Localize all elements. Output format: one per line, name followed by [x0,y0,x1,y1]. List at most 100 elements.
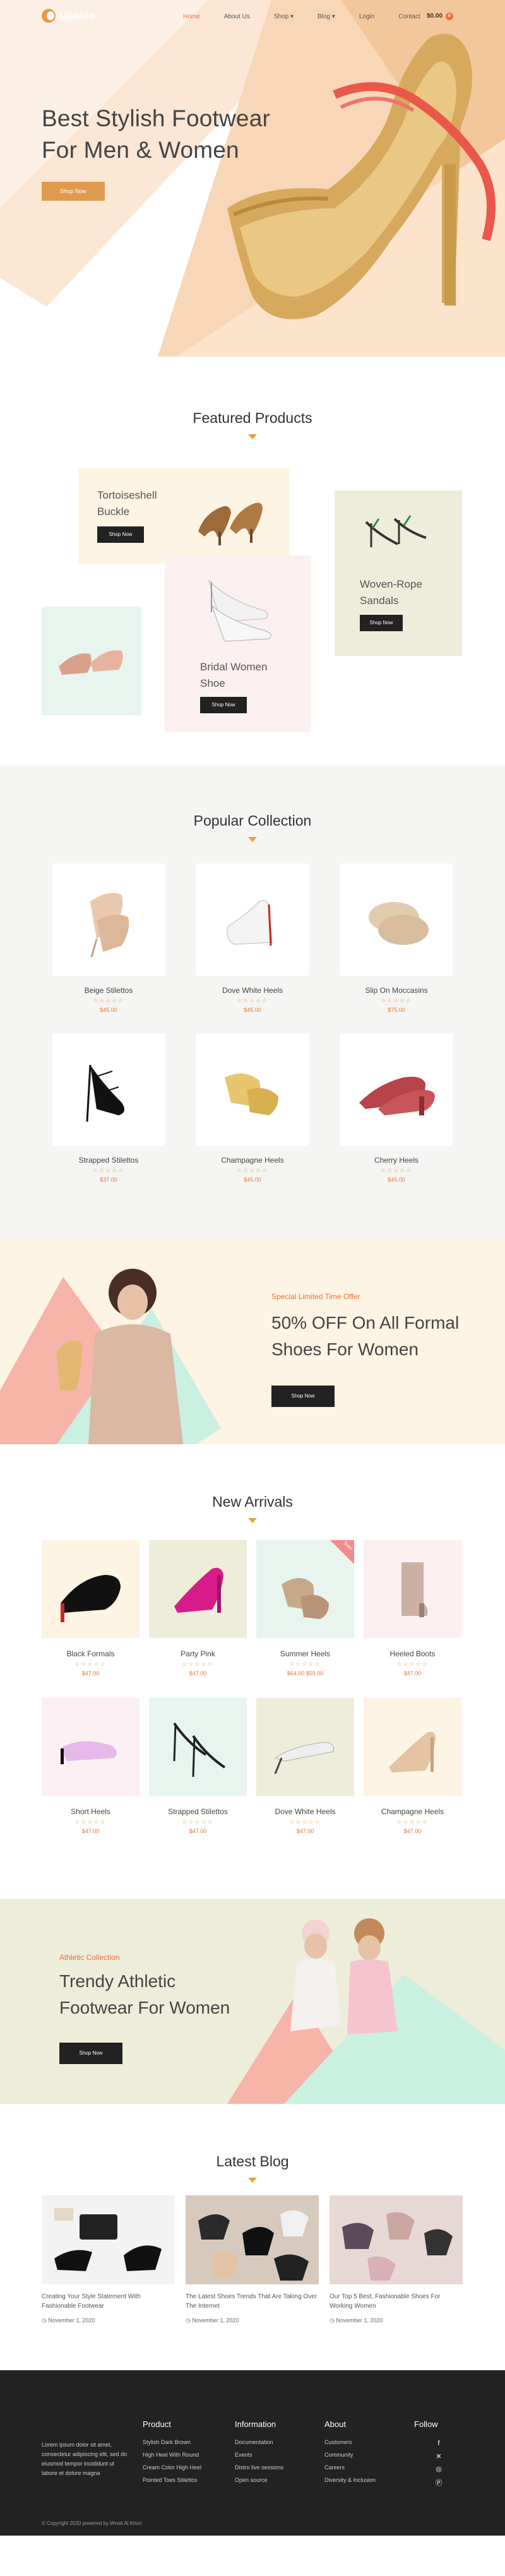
product-image[interactable] [340,1033,453,1146]
cart-button[interactable]: $0.00 0 [427,13,453,20]
product-image[interactable] [196,1033,309,1146]
product-image[interactable] [149,1698,247,1796]
footer-link[interactable]: Stylish Dark Brown [143,2436,201,2448]
nav-shop[interactable]: Shop ▾ [274,13,294,20]
product-card[interactable]: Beige Stilettos ☆☆☆☆☆ $45.00 [52,864,165,1013]
product-name[interactable]: Party Pink [149,1649,247,1658]
product-card[interactable]: Sale! Summer Heels ☆☆☆☆☆ $64.00 $59.00 [256,1540,354,1677]
logo[interactable]: Upsole [42,9,95,23]
footer-link[interactable]: Diversity & Inclusion [324,2474,376,2486]
product-image[interactable] [149,1540,247,1638]
product-image[interactable] [364,1540,461,1638]
product-card[interactable]: Slip On Moccasins ☆☆☆☆☆ $75.00 [340,864,453,1013]
product-price: $45.00 [244,1007,261,1013]
logo-icon [42,9,56,23]
nav-blog[interactable]: Blog ▾ [318,13,335,20]
product-image[interactable] [340,864,453,976]
nav-contact[interactable]: Contact [398,13,420,20]
featured-shop-now-button[interactable]: Shop Now [360,615,403,631]
product-card[interactable]: Champagne Heels ☆☆☆☆☆ $47.00 [364,1698,461,1834]
facebook-icon[interactable]: f [434,2440,443,2447]
footer-link[interactable]: Community [324,2448,376,2461]
product-card[interactable]: Heeled Boots ☆☆☆☆☆ $47.00 [364,1540,461,1677]
nav-home[interactable]: Home [183,13,200,20]
footer-link[interactable]: Open source [235,2474,283,2486]
product-image[interactable] [52,864,165,976]
product-name[interactable]: Slip On Moccasins [340,986,453,995]
product-image[interactable] [196,864,309,976]
product-name[interactable]: Cherry Heels [340,1156,453,1165]
product-price: $64.00 $59.00 [287,1670,324,1677]
product-image[interactable] [42,1698,140,1796]
product-card[interactable]: Strapped Stilettos ☆☆☆☆☆ $37.00 [52,1033,165,1183]
product-name[interactable]: Summer Heels [256,1649,354,1658]
product-image[interactable] [364,1698,461,1796]
hero-shop-now-button[interactable]: Shop Now [42,182,105,201]
product-price: $47.00 [403,1670,422,1677]
footer-copyright: © Copyright 2020 powered by Wnoit Al Kho… [42,2520,142,2526]
short-heel-image [61,1741,117,1764]
footer-link[interactable]: Events [235,2448,283,2461]
pinterest-icon[interactable]: Ⓟ [434,2478,443,2488]
instagram-icon[interactable]: ◎ [434,2465,443,2473]
twitter-icon[interactable]: ✕ [434,2452,443,2460]
product-card[interactable]: Black Formals ☆☆☆☆☆ $47.00 [42,1540,140,1677]
blog-card[interactable]: Our Top 5 Best, Fashionable Shoes For Wo… [330,2195,463,2324]
blog-image[interactable] [330,2195,463,2284]
product-image[interactable] [52,1033,165,1146]
product-name[interactable]: Beige Stilettos [52,986,165,995]
product-name[interactable]: Champagne Heels [364,1807,461,1816]
product-name[interactable]: Dove White Heels [256,1807,354,1816]
product-card[interactable]: Dove White Heels ☆☆☆☆☆ $45.00 [196,864,309,1013]
bridal-shoe-image [208,579,271,642]
footer-link[interactable]: Customers [324,2436,376,2448]
product-name[interactable]: Strapped Stilettos [149,1807,247,1816]
nav-login[interactable]: Login [359,13,374,20]
featured-card-title: Tortoiseshell Buckle [97,487,157,520]
offer-shop-now-button[interactable]: Shop Now [271,1386,335,1407]
blog-post-title[interactable]: Creating Your Style Statement With Fashi… [42,2292,175,2311]
product-image[interactable] [256,1698,354,1796]
product-card[interactable]: Party Pink ☆☆☆☆☆ $47.00 [149,1540,247,1677]
featured-shop-now-button[interactable]: Shop Now [97,526,144,543]
product-name[interactable]: Strapped Stilettos [52,1156,165,1165]
nav-about-us[interactable]: About Us [224,13,250,20]
product-card[interactable]: Cherry Heels ☆☆☆☆☆ $45.00 [340,1033,453,1183]
blog-post-title[interactable]: Our Top 5 Best, Fashionable Shoes For Wo… [330,2292,463,2311]
product-name[interactable]: Dove White Heels [196,986,309,995]
blog-title: Latest Blog [216,2153,289,2169]
footer-link[interactable]: Careers [324,2461,376,2474]
blog-image-shoes-flatlay [342,2212,453,2281]
product-price: $75.00 [388,1007,405,1013]
product-card[interactable]: Dove White Heels ☆☆☆☆☆ $47.00 [256,1698,354,1834]
blog-card[interactable]: The Latest Shoes Trends That Are Taking … [186,2195,319,2324]
featured-card-title-line2: Sandals [360,595,399,607]
sandal-shoe-image [365,515,427,547]
strapped-stiletto-image [173,1722,226,1778]
blog-image[interactable] [42,2195,175,2284]
product-card[interactable]: Strapped Stilettos ☆☆☆☆☆ $47.00 [149,1698,247,1834]
athletic-shop-now-button[interactable]: Shop Now [59,2043,122,2064]
offer-banner-section: Special Limited Time Offer 50% OFF On Al… [0,1239,505,1444]
footer-link[interactable]: High Heel With Round [143,2448,201,2461]
footer-link[interactable]: Distro live sessions [235,2461,283,2474]
star-rating: ☆☆☆☆☆ [289,1661,321,1667]
offer-title: 50% OFF On All Formal Shoes For Women [271,1310,459,1363]
product-image[interactable] [42,1540,140,1638]
blog-card[interactable]: Creating Your Style Statement With Fashi… [42,2195,175,2324]
footer-link[interactable]: Pointed Toes Stilettos [143,2474,201,2486]
blog-image[interactable] [186,2195,319,2284]
footer-link[interactable]: Cream Color High Heel [143,2461,201,2474]
footer-info-title: Information [235,2419,276,2429]
product-card[interactable]: Champagne Heels ☆☆☆☆☆ $45.00 [196,1033,309,1183]
product-card[interactable]: Short Heels ☆☆☆☆☆ $47.00 [42,1698,140,1834]
product-name[interactable]: Heeled Boots [364,1649,461,1658]
product-price: $45.00 [100,1007,117,1013]
footer-link[interactable]: Documentation [235,2436,283,2448]
product-name[interactable]: Black Formals [42,1649,140,1658]
product-image[interactable]: Sale! [256,1540,354,1638]
product-name[interactable]: Short Heels [42,1807,140,1816]
blog-post-title[interactable]: The Latest Shoes Trends That Are Taking … [186,2292,319,2311]
featured-shop-now-button[interactable]: Shop Now [200,697,247,713]
product-name[interactable]: Champagne Heels [196,1156,309,1165]
